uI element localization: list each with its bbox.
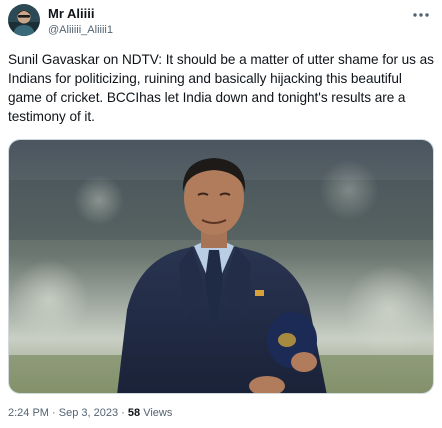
tweet-text: Sunil Gavaskar on NDTV: It should be a m… <box>8 52 434 124</box>
meta-separator: · <box>52 407 56 419</box>
more-options-button[interactable] <box>408 4 434 26</box>
tweet-header: Mr Aliiii @Aliiiii_Aliiii1 <box>8 4 434 40</box>
photo-image <box>9 140 433 393</box>
avatar[interactable] <box>8 4 40 36</box>
more-dots-icon <box>413 13 429 17</box>
tweet-photo[interactable] <box>8 139 434 394</box>
tweet-meta: 2:24 PM · Sep 3, 2023 · 58 Views <box>8 406 172 420</box>
tweet-time: 2:24 PM <box>8 407 49 419</box>
views-label: Views <box>143 407 173 419</box>
tweet-card: Mr Aliiii @Aliiiii_Aliiii1 Sunil Gavaska… <box>0 0 442 428</box>
user-meta: Mr Aliiii @Aliiiii_Aliiii1 <box>48 6 113 37</box>
tweet-date: Sep 3, 2023 <box>58 407 119 419</box>
author-display-name[interactable]: Mr Aliiii <box>48 6 113 22</box>
tweet-timestamp-link[interactable]: 2:24 PM · Sep 3, 2023 <box>8 407 118 419</box>
author-handle[interactable]: @Aliiiii_Aliiii1 <box>48 23 113 37</box>
avatar-icon <box>8 4 40 36</box>
views-count: 58 <box>127 407 141 419</box>
meta-separator: · <box>121 407 125 419</box>
